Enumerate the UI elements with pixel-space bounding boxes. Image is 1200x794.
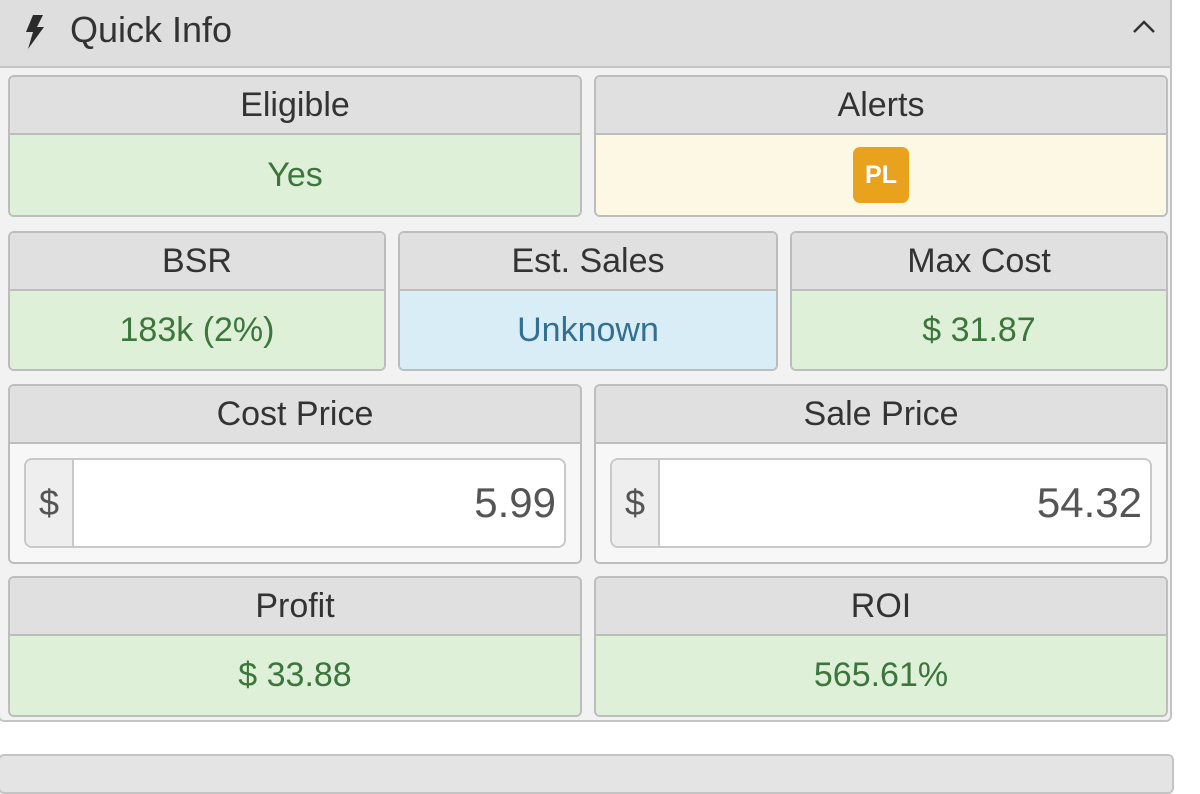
sale-price-input[interactable] xyxy=(660,460,1150,546)
cost-price-currency: $ xyxy=(26,460,74,546)
profit-value: $ 33.88 xyxy=(10,636,580,715)
roi-value: 565.61% xyxy=(596,636,1166,715)
bsr-value: 183k (2%) xyxy=(10,291,384,369)
est-sales-label: Est. Sales xyxy=(400,233,776,291)
bsr-card: BSR 183k (2%) xyxy=(8,231,386,371)
eligible-value: Yes xyxy=(10,135,580,215)
eligible-card: Eligible Yes xyxy=(8,75,582,217)
next-panel-header[interactable] xyxy=(0,754,1174,794)
max-cost-value: $ 31.87 xyxy=(792,291,1166,369)
sale-price-body: $ xyxy=(596,444,1166,562)
alerts-value: PL xyxy=(596,135,1166,215)
cost-price-input[interactable] xyxy=(74,460,564,546)
cost-price-input-group: $ xyxy=(24,458,566,548)
cost-price-body: $ xyxy=(10,444,580,562)
chevron-up-icon[interactable] xyxy=(1132,18,1156,34)
roi-card: ROI 565.61% xyxy=(594,576,1168,717)
sale-price-currency: $ xyxy=(612,460,660,546)
sale-price-card: Sale Price $ xyxy=(594,384,1168,564)
est-sales-value: Unknown xyxy=(400,291,776,369)
profit-label: Profit xyxy=(10,578,580,636)
max-cost-card: Max Cost $ 31.87 xyxy=(790,231,1168,371)
alerts-card: Alerts PL xyxy=(594,75,1168,217)
cost-price-label: Cost Price xyxy=(10,386,580,444)
eligible-label: Eligible xyxy=(10,77,580,135)
est-sales-card: Est. Sales Unknown xyxy=(398,231,778,371)
max-cost-label: Max Cost xyxy=(792,233,1166,291)
bolt-icon xyxy=(26,15,44,49)
sale-price-input-group: $ xyxy=(610,458,1152,548)
alerts-label: Alerts xyxy=(596,77,1166,135)
bsr-label: BSR xyxy=(10,233,384,291)
panel-title: Quick Info xyxy=(70,9,233,50)
roi-label: ROI xyxy=(596,578,1166,636)
cost-price-card: Cost Price $ xyxy=(8,384,582,564)
panel-header[interactable]: Quick Info xyxy=(0,0,1170,68)
profit-card: Profit $ 33.88 xyxy=(8,576,582,717)
quick-info-panel: Quick Info Eligible Yes Alerts PL BSR 18… xyxy=(0,0,1172,722)
pl-alert-badge[interactable]: PL xyxy=(853,147,909,203)
sale-price-label: Sale Price xyxy=(596,386,1166,444)
